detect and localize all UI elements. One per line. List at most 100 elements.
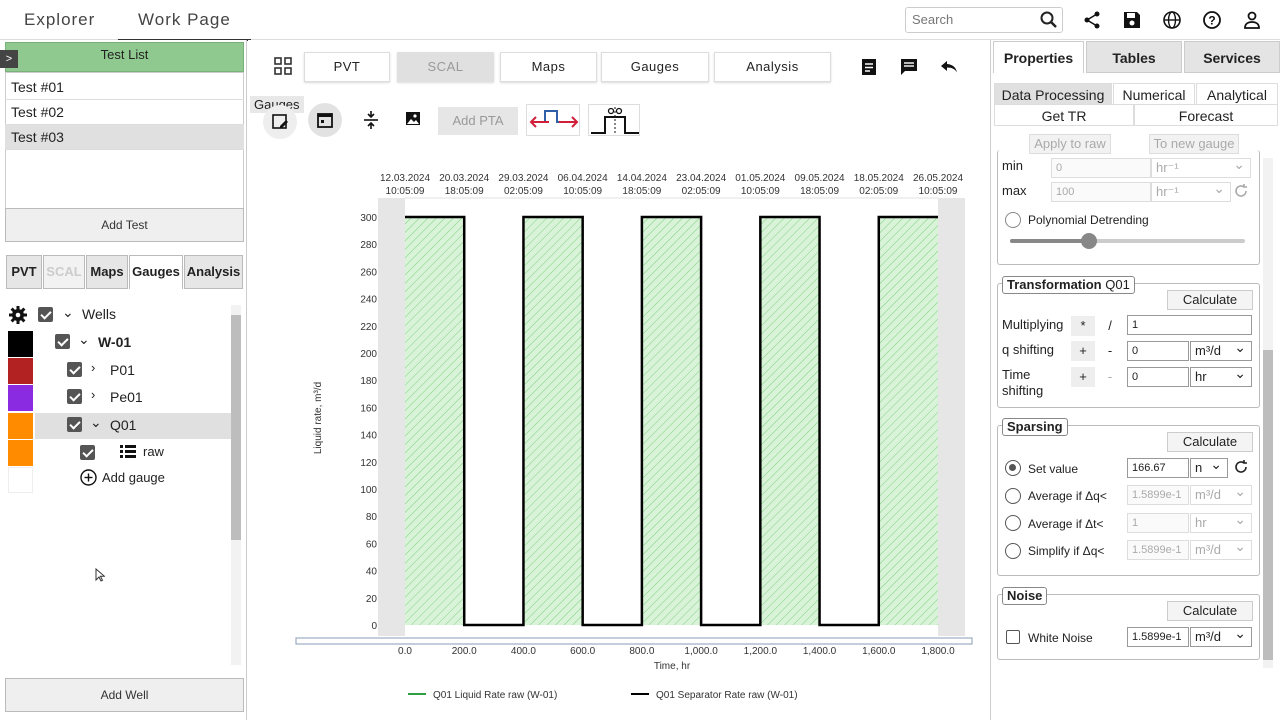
multiplying-input[interactable]: 1 xyxy=(1127,315,1252,335)
chevron-down-icon[interactable]: ⌄ xyxy=(90,414,102,431)
user-account-icon[interactable] xyxy=(1242,10,1262,30)
min-unit-select: hr⁻¹ xyxy=(1151,155,1251,178)
test-item-02[interactable]: Test #02 xyxy=(5,100,244,125)
right-tab-properties[interactable]: Properties xyxy=(993,41,1084,73)
q01-color-swatch[interactable] xyxy=(8,413,33,439)
test-item-03[interactable]: Test #03 xyxy=(5,125,244,150)
center-tab-analysis[interactable]: Analysis xyxy=(714,52,831,82)
q-minus-op-button[interactable]: - xyxy=(1098,341,1122,361)
subtab-get-tr[interactable]: Get TR xyxy=(994,104,1134,126)
rate-chart[interactable]: 0 20 40 60 80 100 120 140 160 180 200 220 240 260 280 3… xyxy=(248,160,988,720)
q-plus-op-button[interactable]: + xyxy=(1071,341,1095,361)
simplify-dq-radio[interactable] xyxy=(1005,543,1021,559)
noise-calculate-button[interactable]: Calculate xyxy=(1167,601,1253,621)
tab-explorer[interactable]: Explorer xyxy=(24,10,95,30)
test-item-01[interactable]: Test #01 xyxy=(5,75,244,100)
add-gauge-button[interactable]: Add gauge xyxy=(102,470,165,485)
pe01-color-swatch[interactable] xyxy=(8,385,33,411)
tree-root-wells[interactable]: Wells xyxy=(82,306,116,322)
right-tab-services[interactable]: Services xyxy=(1184,41,1280,73)
wells-checkbox[interactable] xyxy=(38,307,53,322)
t-plus-op-button[interactable]: + xyxy=(1071,367,1095,387)
properties-scrollbar-thumb[interactable] xyxy=(1263,350,1273,660)
set-value-radio[interactable] xyxy=(1005,460,1021,476)
white-noise-checkbox[interactable] xyxy=(1006,630,1020,644)
refresh-icon[interactable] xyxy=(1233,459,1249,475)
transformation-calculate-button[interactable]: Calculate xyxy=(1167,290,1253,310)
average-dq-radio[interactable] xyxy=(1005,488,1021,504)
edit-button[interactable] xyxy=(263,105,297,139)
white-noise-input[interactable]: 1.5899e-1 xyxy=(1127,627,1189,647)
comment-icon[interactable] xyxy=(900,58,918,76)
raw-color-swatch[interactable] xyxy=(8,440,33,466)
subtab-numerical[interactable]: Numerical xyxy=(1113,83,1195,105)
transformation-title: Transformation Q01 xyxy=(1002,276,1135,294)
add-test-button[interactable]: Add Test xyxy=(5,208,244,242)
q-shifting-unit-select[interactable]: m³/d xyxy=(1190,338,1252,361)
p01-checkbox[interactable] xyxy=(67,362,82,377)
document-icon[interactable] xyxy=(861,58,877,76)
pe01-checkbox[interactable] xyxy=(67,389,82,404)
divide-op-button[interactable]: / xyxy=(1098,316,1122,336)
raw-checkbox[interactable] xyxy=(80,445,95,460)
well-checkbox[interactable] xyxy=(55,334,70,349)
center-tab-gauges[interactable]: Gauges xyxy=(601,52,709,82)
tree-sub-raw[interactable]: raw xyxy=(143,444,164,459)
add-well-button[interactable]: Add Well xyxy=(5,678,244,712)
q-shifting-label: q shifting xyxy=(1002,342,1055,357)
tree-scrollbar-thumb[interactable] xyxy=(231,315,241,540)
undo-icon[interactable] xyxy=(940,59,958,75)
subtab-data-processing[interactable]: Data Processing xyxy=(994,83,1112,105)
reset-icon[interactable] xyxy=(1233,183,1249,199)
collapse-panel-icon[interactable]: > xyxy=(0,50,18,68)
time-shifting-unit-select[interactable]: hr xyxy=(1190,364,1252,387)
share-icon[interactable] xyxy=(1082,10,1102,30)
grid-view-icon[interactable] xyxy=(274,57,292,75)
left-tab-analysis[interactable]: Analysis xyxy=(184,255,243,289)
left-tab-maps[interactable]: Maps xyxy=(86,255,128,289)
plot-right-band xyxy=(938,198,965,636)
right-tab-tables[interactable]: Tables xyxy=(1086,41,1182,73)
left-tab-gauges[interactable]: Gauges xyxy=(129,255,183,289)
tree-gauge-q01[interactable]: Q01 xyxy=(110,417,136,433)
q-shifting-input[interactable]: 0 xyxy=(1127,341,1189,361)
calendar-button[interactable] xyxy=(308,103,342,137)
chevron-down-icon[interactable]: ⌄ xyxy=(78,331,90,348)
time-shifting-input[interactable]: 0 xyxy=(1127,367,1189,387)
detrending-slider-thumb[interactable] xyxy=(1081,233,1097,249)
tab-work-page[interactable]: Work Page xyxy=(118,10,251,41)
sparsing-calculate-button[interactable]: Calculate xyxy=(1167,432,1253,452)
set-value-unit-select[interactable]: n xyxy=(1190,455,1228,478)
chevron-right-icon[interactable]: › xyxy=(91,387,95,402)
search-icon[interactable] xyxy=(1039,10,1059,30)
tree-gauge-pe01[interactable]: Pe01 xyxy=(110,389,143,405)
save-icon[interactable] xyxy=(1122,10,1142,30)
chevron-down-icon[interactable]: ⌄ xyxy=(62,304,74,321)
language-globe-icon[interactable] xyxy=(1162,10,1182,30)
subtab-forecast[interactable]: Forecast xyxy=(1134,104,1278,126)
cut-tool-button[interactable] xyxy=(588,104,640,136)
gear-icon[interactable] xyxy=(8,305,28,325)
set-value-input[interactable]: 166.67 xyxy=(1127,458,1189,478)
well-color-swatch[interactable] xyxy=(8,331,33,357)
help-icon[interactable]: ? xyxy=(1202,10,1222,30)
center-tab-pvt[interactable]: PVT xyxy=(304,52,390,82)
q01-checkbox[interactable] xyxy=(67,417,82,432)
subtab-analytical[interactable]: Analytical xyxy=(1196,83,1278,105)
transformation-title-text: Transformation xyxy=(1007,277,1102,292)
chevron-right-icon[interactable]: › xyxy=(91,360,95,375)
shift-tool-button[interactable] xyxy=(526,104,580,136)
compress-vertical-button[interactable] xyxy=(354,103,388,137)
p01-color-swatch[interactable] xyxy=(8,358,33,384)
tree-gauge-p01[interactable]: P01 xyxy=(110,362,135,378)
polynomial-detrending-radio[interactable] xyxy=(1005,212,1021,228)
image-button[interactable] xyxy=(396,103,430,137)
add-circle-icon[interactable] xyxy=(80,469,97,486)
tree-well[interactable]: W-01 xyxy=(98,334,131,350)
average-dt-radio[interactable] xyxy=(1005,515,1021,531)
multiply-op-button[interactable]: * xyxy=(1071,316,1095,336)
left-tab-pvt[interactable]: PVT xyxy=(6,255,42,289)
white-noise-unit-select[interactable]: m³/d xyxy=(1190,624,1252,647)
t-minus-op-button[interactable]: - xyxy=(1098,367,1122,387)
center-tab-maps[interactable]: Maps xyxy=(500,52,597,82)
